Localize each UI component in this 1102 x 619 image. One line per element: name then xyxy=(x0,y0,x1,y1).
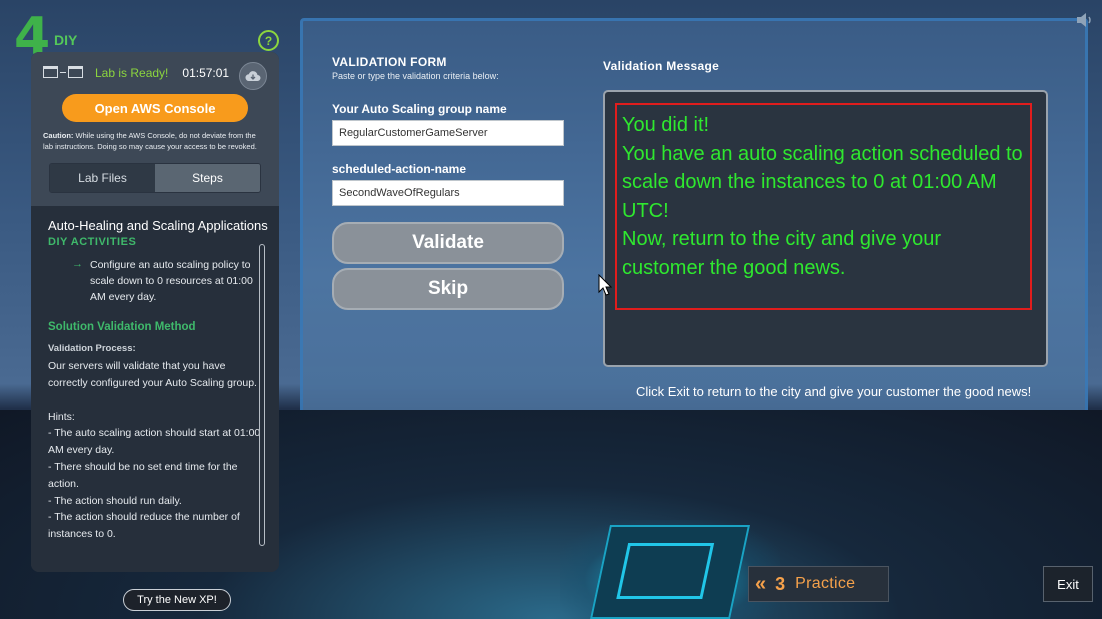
lab-timer: 01:57:01 xyxy=(182,66,230,80)
solution-heading: Solution Validation Method xyxy=(48,321,196,334)
message-line: Now, return to the city and give your xyxy=(622,228,942,250)
tab-steps[interactable]: Steps xyxy=(155,163,260,192)
cursor-icon xyxy=(598,274,612,296)
lab-title: Auto-Healing and Scaling Applications xyxy=(48,218,268,233)
open-aws-console-button[interactable]: Open AWS Console xyxy=(62,94,248,122)
chevrons-left-icon: « xyxy=(755,572,766,595)
speaker-icon[interactable] xyxy=(1075,11,1095,29)
window-icon xyxy=(43,66,83,80)
instructions-scrollbar[interactable] xyxy=(259,244,265,546)
exit-button[interactable]: Exit xyxy=(1043,566,1093,602)
practice-label: Practice xyxy=(795,575,856,592)
scheduled-action-label: scheduled-action-name xyxy=(332,162,467,176)
tab-lab-files[interactable]: Lab Files xyxy=(50,163,155,192)
form-title: VALIDATION FORM xyxy=(332,55,447,69)
message-line: UTC! xyxy=(622,199,669,222)
practice-number: 3 xyxy=(775,573,786,594)
help-icon[interactable]: ? xyxy=(258,30,279,51)
validate-button[interactable]: Validate xyxy=(332,222,564,264)
message-line: You did it! xyxy=(622,114,710,136)
message-line: You have an auto scaling action schedule… xyxy=(622,142,1023,165)
caution-label: Caution: xyxy=(43,131,74,140)
message-line: scale down the instances to 0 at 01:00 A… xyxy=(622,171,997,193)
activity-text: Configure an auto scaling policy to scal… xyxy=(90,259,253,303)
skip-button[interactable]: Skip xyxy=(332,268,564,310)
validation-process-label: Validation Process: xyxy=(48,343,136,355)
status-row: Lab is Ready! 01:57:01 xyxy=(43,62,267,84)
arrow-right-icon: → xyxy=(72,258,83,270)
message-line: customer the good news. xyxy=(622,256,846,279)
try-new-xp-button[interactable]: Try the New XP! xyxy=(123,589,231,611)
validation-process-text: Our servers will validate that you have … xyxy=(48,360,261,541)
logo-label: DIY xyxy=(54,32,78,48)
validation-message-highlight: You did it! You have an auto scaling act… xyxy=(615,103,1032,310)
panel-tabs: Lab Files Steps xyxy=(49,162,261,193)
lab-status: Lab is Ready! xyxy=(95,66,169,80)
caution-body: While using the AWS Console, do not devi… xyxy=(43,131,257,151)
lab-panel: Lab is Ready! 01:57:01 Open AWS Console … xyxy=(31,52,279,572)
lab-instructions: Auto-Healing and Scaling Applications DI… xyxy=(31,206,279,572)
lab-controls: Lab is Ready! 01:57:01 Open AWS Console … xyxy=(31,52,279,206)
asg-name-label: Your Auto Scaling group name xyxy=(332,102,507,116)
exit-hint: Click Exit to return to the city and giv… xyxy=(636,384,1032,399)
validation-message-label: Validation Message xyxy=(603,59,720,73)
practice-level-button[interactable]: « 3 Practice xyxy=(748,566,889,602)
asg-name-input[interactable] xyxy=(332,120,564,146)
game-prop xyxy=(590,525,750,619)
caution-text: Caution: While using the AWS Console, do… xyxy=(43,131,267,153)
activity-item: → Configure an auto scaling policy to sc… xyxy=(48,258,263,305)
scheduled-action-input[interactable] xyxy=(332,180,564,206)
section-heading: DIY ACTIVITIES xyxy=(48,236,137,248)
cloud-icon[interactable] xyxy=(239,62,267,90)
form-subtitle: Paste or type the validation criteria be… xyxy=(332,71,499,81)
